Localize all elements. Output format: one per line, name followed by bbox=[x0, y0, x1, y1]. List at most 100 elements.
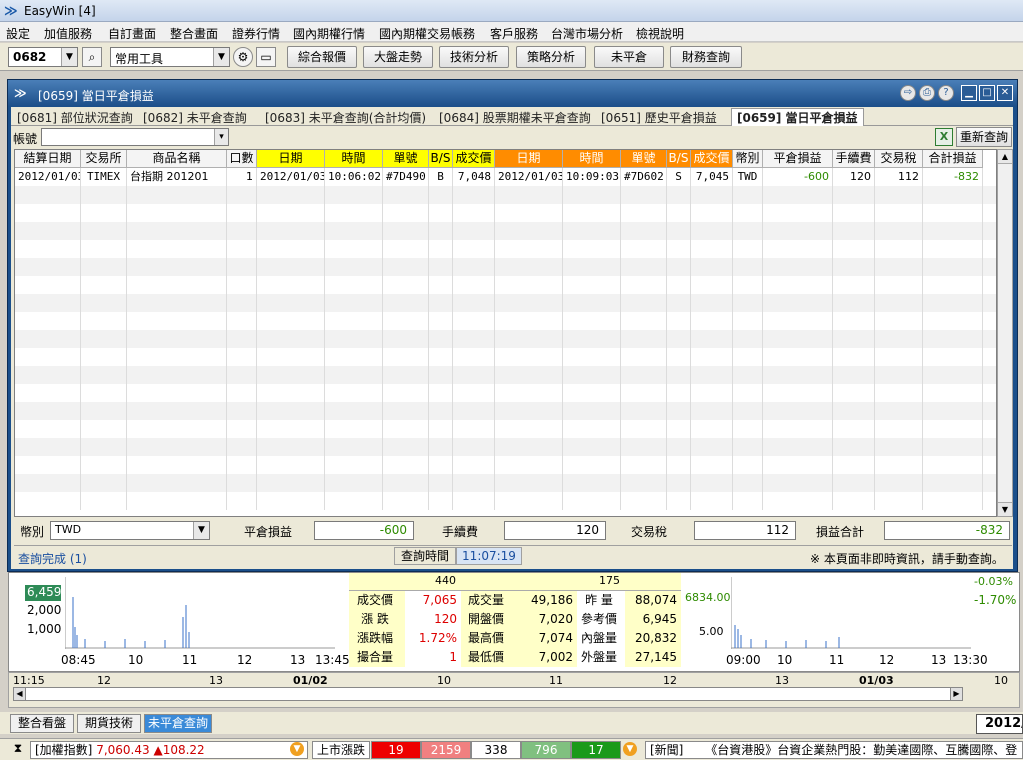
open-interest-button[interactable]: 未平倉 bbox=[594, 46, 664, 68]
table-cell bbox=[763, 492, 833, 510]
menu-item-help[interactable]: 檢視說明 bbox=[636, 25, 684, 42]
column-header[interactable]: 時間 bbox=[563, 150, 621, 168]
chevron-down-icon[interactable]: ▾ bbox=[214, 129, 228, 145]
strategy-analysis-button[interactable]: 策略分析 bbox=[516, 46, 586, 68]
column-header[interactable]: 日期 bbox=[495, 150, 563, 168]
column-header[interactable]: 單號 bbox=[621, 150, 667, 168]
column-header[interactable]: 成交價 bbox=[453, 150, 495, 168]
table-cell bbox=[81, 474, 127, 492]
table-cell bbox=[383, 384, 429, 402]
print-icon[interactable]: ⎙ bbox=[919, 85, 935, 101]
chevron-down-icon[interactable]: ▼ bbox=[193, 522, 209, 539]
table-cell bbox=[325, 312, 383, 330]
refresh-query-button[interactable]: 重新查詢 bbox=[956, 127, 1012, 147]
table-cell bbox=[127, 456, 227, 474]
column-header[interactable]: 時間 bbox=[325, 150, 383, 168]
table-cell bbox=[833, 420, 875, 438]
chevron-down-icon[interactable]: ▼ bbox=[213, 48, 229, 66]
table-cell bbox=[667, 438, 691, 456]
tab-stock-options-open[interactable]: [0684] 股票期權未平倉查詢 bbox=[439, 109, 591, 126]
column-header[interactable]: 手續費 bbox=[833, 150, 875, 168]
close-icon[interactable]: ✕ bbox=[997, 85, 1013, 101]
scroll-left-icon[interactable]: ◀ bbox=[14, 688, 26, 700]
currency-combo[interactable]: TWD ▼ bbox=[50, 521, 210, 540]
table-cell bbox=[667, 294, 691, 312]
export-icon[interactable]: ⇨ bbox=[900, 85, 916, 101]
window-icon[interactable]: ▭ bbox=[256, 47, 276, 67]
technical-analysis-button[interactable]: 技術分析 bbox=[439, 46, 509, 68]
news-ticker[interactable]: [新聞] 《台資港股》台資企業熱門股：勤美達國際、互騰國際、登 bbox=[645, 741, 1023, 759]
search-icon[interactable]: ⌕ bbox=[82, 47, 102, 67]
menu-item-custom-screen[interactable]: 自訂畫面 bbox=[108, 25, 156, 42]
chevron-down-icon[interactable]: ▼ bbox=[61, 48, 77, 66]
excel-export-icon[interactable]: X bbox=[935, 128, 953, 146]
maximize-icon[interactable]: □ bbox=[979, 85, 995, 101]
column-header[interactable]: 幣別 bbox=[733, 150, 763, 168]
tab-open-interest[interactable]: [0682] 未平倉查詢 bbox=[143, 109, 247, 126]
chevron-down-icon[interactable]: ▼ bbox=[623, 742, 637, 756]
table-cell bbox=[563, 492, 621, 510]
timeline-tick: 01/02 bbox=[293, 674, 328, 687]
menu-item-futures-quotes[interactable]: 國內期權行情 bbox=[293, 25, 365, 42]
window-titlebar[interactable]: ≫ [0659] 當日平倉損益 ⇨ ⎙ ? ▁ □ ✕ bbox=[8, 80, 1017, 106]
scroll-right-icon[interactable]: ▶ bbox=[950, 688, 962, 700]
menu-item-market-analysis[interactable]: 台灣市場分析 bbox=[551, 25, 623, 42]
table-cell bbox=[875, 204, 923, 222]
table-cell bbox=[429, 456, 453, 474]
table-cell bbox=[875, 186, 923, 204]
tab-history-pnl[interactable]: [0651] 歷史平倉損益 bbox=[601, 109, 717, 126]
tab-position-status[interactable]: [0681] 部位狀況查詢 bbox=[17, 109, 133, 126]
table-cell bbox=[621, 240, 667, 258]
table-cell bbox=[621, 492, 667, 510]
tab-open-interest-query[interactable]: 未平倉查詢 bbox=[144, 714, 212, 733]
menu-item-customer-service[interactable]: 客戶服務 bbox=[490, 25, 538, 42]
tool-combo[interactable]: 常用工具 ▼ bbox=[110, 47, 230, 67]
column-header[interactable]: 日期 bbox=[257, 150, 325, 168]
scroll-down-icon[interactable]: ▼ bbox=[998, 502, 1012, 516]
menu-item-securities-quotes[interactable]: 證券行情 bbox=[232, 25, 280, 42]
table-cell bbox=[621, 420, 667, 438]
left-chart-x-tick: 13 bbox=[290, 653, 306, 667]
table-cell bbox=[383, 276, 429, 294]
tab-futures-technical[interactable]: 期貨技術 bbox=[77, 714, 141, 733]
date-box: 2012/ bbox=[976, 714, 1023, 734]
timeline-scrollbar[interactable]: ◀ ▶ bbox=[13, 687, 963, 701]
timeline-tick: 12 bbox=[663, 674, 677, 687]
table-vertical-scrollbar[interactable]: ▲ ▼ bbox=[997, 149, 1013, 517]
code-combo[interactable]: 0682 ▼ bbox=[8, 47, 78, 67]
menu-item-futures-accounts[interactable]: 國內期權交易帳務 bbox=[379, 25, 475, 42]
table-cell bbox=[833, 474, 875, 492]
tab-open-interest-avg[interactable]: [0683] 未平倉查詢(合計均價) bbox=[265, 109, 426, 126]
market-trend-button[interactable]: 大盤走勢 bbox=[363, 46, 433, 68]
column-header[interactable]: 交易所 bbox=[81, 150, 127, 168]
left-chart-y-tick: 2,000 bbox=[27, 603, 62, 617]
index-change: ▲108.22 bbox=[153, 743, 205, 757]
column-header[interactable]: 單號 bbox=[383, 150, 429, 168]
column-header[interactable]: 平倉損益 bbox=[763, 150, 833, 168]
table-row[interactable]: 2012/01/03 TIMEX 台指期 201201 1 2012/01/03 10:0… bbox=[15, 168, 996, 186]
minimize-icon[interactable]: ▁ bbox=[961, 85, 977, 101]
tab-daily-pnl[interactable]: [0659] 當日平倉損益 bbox=[731, 108, 864, 126]
column-header[interactable]: 合計損益 bbox=[923, 150, 983, 168]
financial-query-button[interactable]: 財務查詢 bbox=[670, 46, 742, 68]
scroll-up-icon[interactable]: ▲ bbox=[998, 150, 1012, 164]
gear-icon[interactable]: ⚙ bbox=[233, 47, 253, 67]
column-header[interactable]: B/S bbox=[429, 150, 453, 168]
account-combo[interactable]: ▾ bbox=[41, 128, 229, 146]
column-header[interactable]: 商品名稱 bbox=[127, 150, 227, 168]
menu-item-settings[interactable]: 設定 bbox=[6, 25, 30, 42]
column-header[interactable]: 口數 bbox=[227, 150, 257, 168]
column-header[interactable]: 交易稅 bbox=[875, 150, 923, 168]
chevron-down-icon[interactable]: ▼ bbox=[290, 742, 304, 756]
menu-item-value-added[interactable]: 加值服務 bbox=[44, 25, 92, 42]
table-cell bbox=[127, 240, 227, 258]
quote-button[interactable]: 綜合報價 bbox=[287, 46, 357, 68]
window-title: [0659] 當日平倉損益 bbox=[38, 89, 154, 103]
column-header[interactable]: 結算日期 bbox=[15, 150, 81, 168]
column-header[interactable]: 成交價 bbox=[691, 150, 733, 168]
column-header[interactable]: B/S bbox=[667, 150, 691, 168]
table-cell bbox=[667, 258, 691, 276]
help-icon[interactable]: ? bbox=[938, 85, 954, 101]
menu-item-integrated-screen[interactable]: 整合畫面 bbox=[170, 25, 218, 42]
tab-integrated-view[interactable]: 整合看盤 bbox=[10, 714, 74, 733]
